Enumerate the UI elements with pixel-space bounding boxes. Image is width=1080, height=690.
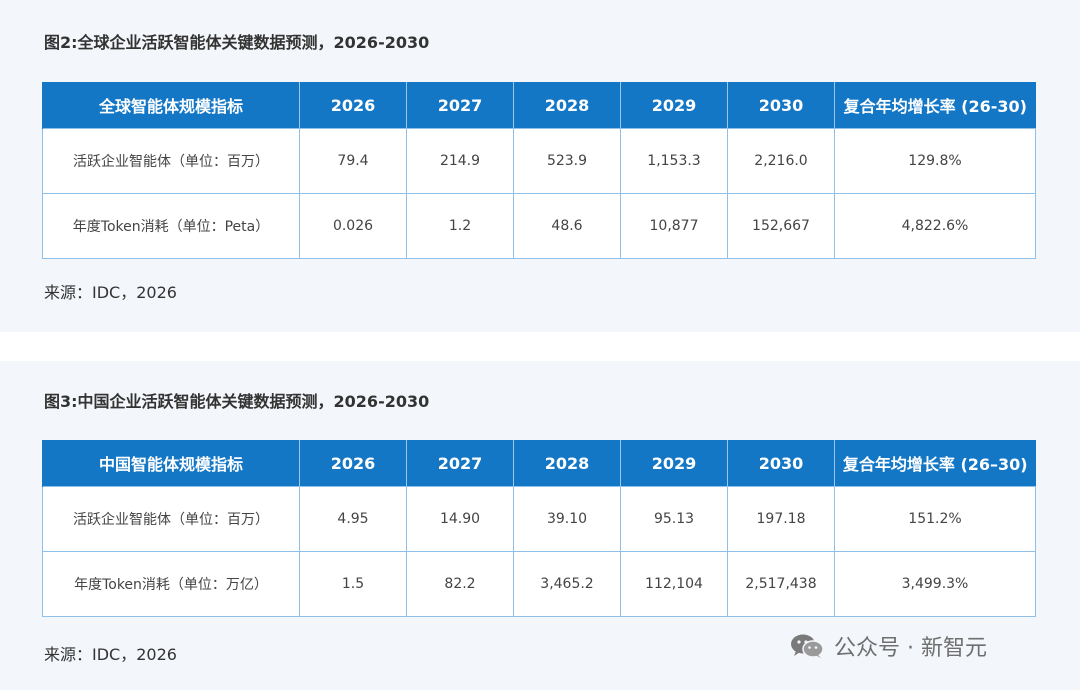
header-cagr: 复合年均增长率 (26-30) bbox=[834, 82, 1036, 129]
table-header-row: 中国智能体规模指标 2026 2027 2028 2029 2030 复合年均增… bbox=[42, 440, 1036, 487]
row-label: 活跃企业智能体（单位：百万） bbox=[42, 486, 300, 552]
table-cell: 152,667 bbox=[727, 193, 835, 259]
table-cell: 112,104 bbox=[620, 551, 728, 617]
table-cell: 48.6 bbox=[513, 193, 621, 259]
header-2027: 2027 bbox=[406, 82, 514, 129]
table-cell: 39.10 bbox=[513, 486, 621, 552]
figure-2-table: 全球智能体规模指标 2026 2027 2028 2029 2030 复合年均增… bbox=[42, 82, 1036, 259]
table-cell: 14.90 bbox=[406, 486, 514, 552]
table-cell: 10,877 bbox=[620, 193, 728, 259]
header-2029: 2029 bbox=[620, 82, 728, 129]
header-2026: 2026 bbox=[299, 440, 407, 487]
table-cell: 129.8% bbox=[834, 128, 1036, 194]
table-cell: 2,216.0 bbox=[727, 128, 835, 194]
wechat-icon bbox=[790, 633, 824, 659]
header-metric: 全球智能体规模指标 bbox=[42, 82, 300, 129]
table-header-row: 全球智能体规模指标 2026 2027 2028 2029 2030 复合年均增… bbox=[42, 82, 1036, 129]
watermark: 公众号 · 新智元 bbox=[790, 630, 987, 662]
table-cell: 95.13 bbox=[620, 486, 728, 552]
table-row: 年度Token消耗（单位：万亿） 1.5 82.2 3,465.2 112,10… bbox=[42, 551, 1036, 617]
table-cell: 0.026 bbox=[299, 193, 407, 259]
table-cell: 1,153.3 bbox=[620, 128, 728, 194]
figure-3-title: 图3:中国企业活跃智能体关键数据预测，2026-2030 bbox=[44, 392, 430, 411]
table-cell: 3,499.3% bbox=[834, 551, 1036, 617]
header-cagr: 复合年均增长率 (26–30) bbox=[834, 440, 1036, 487]
table-cell: 523.9 bbox=[513, 128, 621, 194]
row-label: 活跃企业智能体（单位：百万） bbox=[42, 128, 300, 194]
row-label: 年度Token消耗（单位：Peta） bbox=[42, 193, 300, 259]
header-2027: 2027 bbox=[406, 440, 514, 487]
watermark-text: 公众号 · 新智元 bbox=[834, 636, 987, 661]
row-label: 年度Token消耗（单位：万亿） bbox=[42, 551, 300, 617]
table-cell: 214.9 bbox=[406, 128, 514, 194]
table-cell: 3,465.2 bbox=[513, 551, 621, 617]
table-cell: 4.95 bbox=[299, 486, 407, 552]
header-2030: 2030 bbox=[727, 82, 835, 129]
table-row: 年度Token消耗（单位：Peta） 0.026 1.2 48.6 10,877… bbox=[42, 193, 1036, 259]
header-2026: 2026 bbox=[299, 82, 407, 129]
table-cell: 197.18 bbox=[727, 486, 835, 552]
table-cell: 4,822.6% bbox=[834, 193, 1036, 259]
figure-3-source: 来源：IDC，2026 bbox=[44, 645, 177, 664]
table-cell: 151.2% bbox=[834, 486, 1036, 552]
header-metric: 中国智能体规模指标 bbox=[42, 440, 300, 487]
table-cell: 1.5 bbox=[299, 551, 407, 617]
figure-3-table: 中国智能体规模指标 2026 2027 2028 2029 2030 复合年均增… bbox=[42, 440, 1036, 617]
table-cell: 79.4 bbox=[299, 128, 407, 194]
header-2029: 2029 bbox=[620, 440, 728, 487]
table-row: 活跃企业智能体（单位：百万） 4.95 14.90 39.10 95.13 19… bbox=[42, 486, 1036, 552]
table-cell: 1.2 bbox=[406, 193, 514, 259]
header-2028: 2028 bbox=[513, 440, 621, 487]
header-2030: 2030 bbox=[727, 440, 835, 487]
table-cell: 82.2 bbox=[406, 551, 514, 617]
figure-2-source: 来源：IDC，2026 bbox=[44, 283, 177, 302]
table-row: 活跃企业智能体（单位：百万） 79.4 214.9 523.9 1,153.3 … bbox=[42, 128, 1036, 194]
header-2028: 2028 bbox=[513, 82, 621, 129]
figure-2-title: 图2:全球企业活跃智能体关键数据预测，2026-2030 bbox=[44, 33, 430, 52]
table-cell: 2,517,438 bbox=[727, 551, 835, 617]
